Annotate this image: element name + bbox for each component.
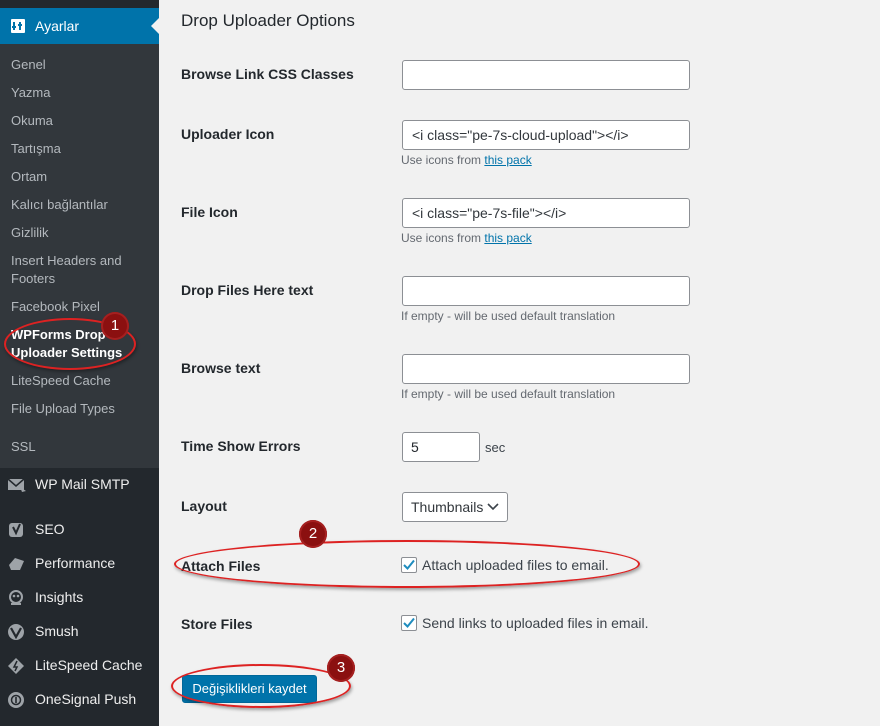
page-title: Drop Uploader Options (181, 11, 355, 30)
annotation-badge-3: 3 (327, 654, 355, 682)
store-files-option[interactable]: Send links to uploaded files in email. (401, 615, 648, 631)
description-text: Use icons from (401, 153, 485, 167)
time-show-errors-label: Time Show Errors (181, 438, 301, 454)
drop-files-text-input[interactable] (402, 276, 690, 306)
browse-text-description: If empty - will be used default translat… (401, 387, 616, 401)
annotation-oval-2 (174, 540, 640, 588)
menu-item-label: OneSignal Push (35, 691, 137, 707)
checkmark-icon (403, 617, 415, 628)
browse-css-input[interactable] (402, 60, 690, 90)
layout-selected-value: Thumbnails (411, 499, 484, 515)
uploader-icon-description: Use icons from this pack (401, 153, 532, 167)
store-files-label: Store Files (181, 616, 253, 632)
yoast-icon (9, 523, 23, 537)
uploader-icon-label: Uploader Icon (181, 126, 275, 142)
menu-item-label: Smush (35, 623, 79, 639)
submenu-item-okuma[interactable]: Okuma (11, 112, 151, 130)
submenu-item-genel[interactable]: Genel (11, 56, 151, 74)
submenu-item-ortam[interactable]: Ortam (11, 168, 151, 186)
submenu-item-litespeed-cache[interactable]: LiteSpeed Cache (11, 372, 151, 390)
annotation-oval-3 (171, 664, 351, 708)
submenu-item-insert-headers[interactable]: Insert Headers and Footers (11, 252, 129, 288)
menu-item-settings-label: Ayarlar (35, 18, 80, 34)
file-icon-label: File Icon (181, 204, 238, 220)
current-menu-arrow (151, 18, 159, 34)
drop-files-text-label: Drop Files Here text (181, 282, 314, 298)
insights-icon (9, 590, 23, 605)
uploader-icon-input[interactable]: <i class="pe-7s-cloud-upload"></i> (402, 120, 690, 150)
submenu-item-ssl[interactable]: SSL (11, 438, 151, 456)
icon-pack-link[interactable]: this pack (484, 153, 531, 167)
submenu-item-yazma[interactable]: Yazma (11, 84, 151, 102)
settings-icon (11, 19, 25, 33)
menu-item-label: LiteSpeed Cache (35, 657, 143, 673)
annotation-badge-1: 1 (101, 312, 129, 340)
file-icon-input[interactable]: <i class="pe-7s-file"></i> (402, 198, 690, 228)
menu-item-label: SEO (35, 521, 65, 537)
description-text: Use icons from (401, 231, 485, 245)
menu-item-smush[interactable]: Smush (0, 615, 159, 649)
smush-icon (8, 624, 24, 640)
menu-item-label: Performance (35, 555, 116, 571)
menu-item-litespeed-cache[interactable]: LiteSpeed Cache (0, 649, 159, 683)
annotation-badge-2: 2 (299, 520, 327, 548)
submenu-item-gizlilik[interactable]: Gizlilik (11, 224, 151, 242)
menu-item-seo[interactable]: SEO (0, 513, 159, 547)
submenu-item-kalici-baglantilar[interactable]: Kalıcı bağlantılar (11, 196, 151, 214)
submenu-item-tartisma[interactable]: Tartışma (11, 140, 151, 158)
layout-select[interactable]: Thumbnails (402, 492, 508, 522)
store-files-checkbox[interactable] (401, 615, 417, 631)
mail-icon (7, 478, 26, 492)
settings-content: Drop Uploader Options Browse Link CSS Cl… (159, 0, 880, 726)
layout-label: Layout (181, 498, 227, 514)
menu-item-label: Insights (35, 589, 84, 605)
time-show-errors-input[interactable]: 5 (402, 432, 480, 462)
submenu-item-facebook-pixel[interactable]: Facebook Pixel (11, 298, 151, 316)
litespeed-icon (8, 658, 24, 674)
icon-pack-link[interactable]: this pack (484, 231, 531, 245)
menu-item-wp-mail-smtp[interactable]: WP Mail SMTP (0, 468, 159, 502)
browse-text-input[interactable] (402, 354, 690, 384)
chevron-down-icon (487, 503, 499, 511)
onesignal-icon (8, 692, 24, 708)
menu-item-insights[interactable]: Insights (0, 581, 159, 615)
submenu-item-file-upload-types[interactable]: File Upload Types (11, 400, 151, 418)
menu-item-settings[interactable]: Ayarlar (0, 8, 159, 44)
browse-css-label: Browse Link CSS Classes (181, 66, 354, 82)
time-unit-label: sec (485, 440, 506, 455)
settings-submenu: Genel Yazma Okuma Tartışma Ortam Kalıcı … (0, 44, 159, 468)
drop-files-text-description: If empty - will be used default translat… (401, 309, 616, 323)
performance-icon (9, 558, 24, 570)
store-files-checkbox-label: Send links to uploaded files in email. (422, 615, 649, 631)
menu-item-performance[interactable]: Performance (0, 547, 159, 581)
browse-text-label: Browse text (181, 360, 261, 376)
file-icon-description: Use icons from this pack (401, 231, 532, 245)
menu-item-onesignal-push[interactable]: OneSignal Push (0, 683, 159, 717)
menu-item-label: WP Mail SMTP (35, 476, 130, 492)
